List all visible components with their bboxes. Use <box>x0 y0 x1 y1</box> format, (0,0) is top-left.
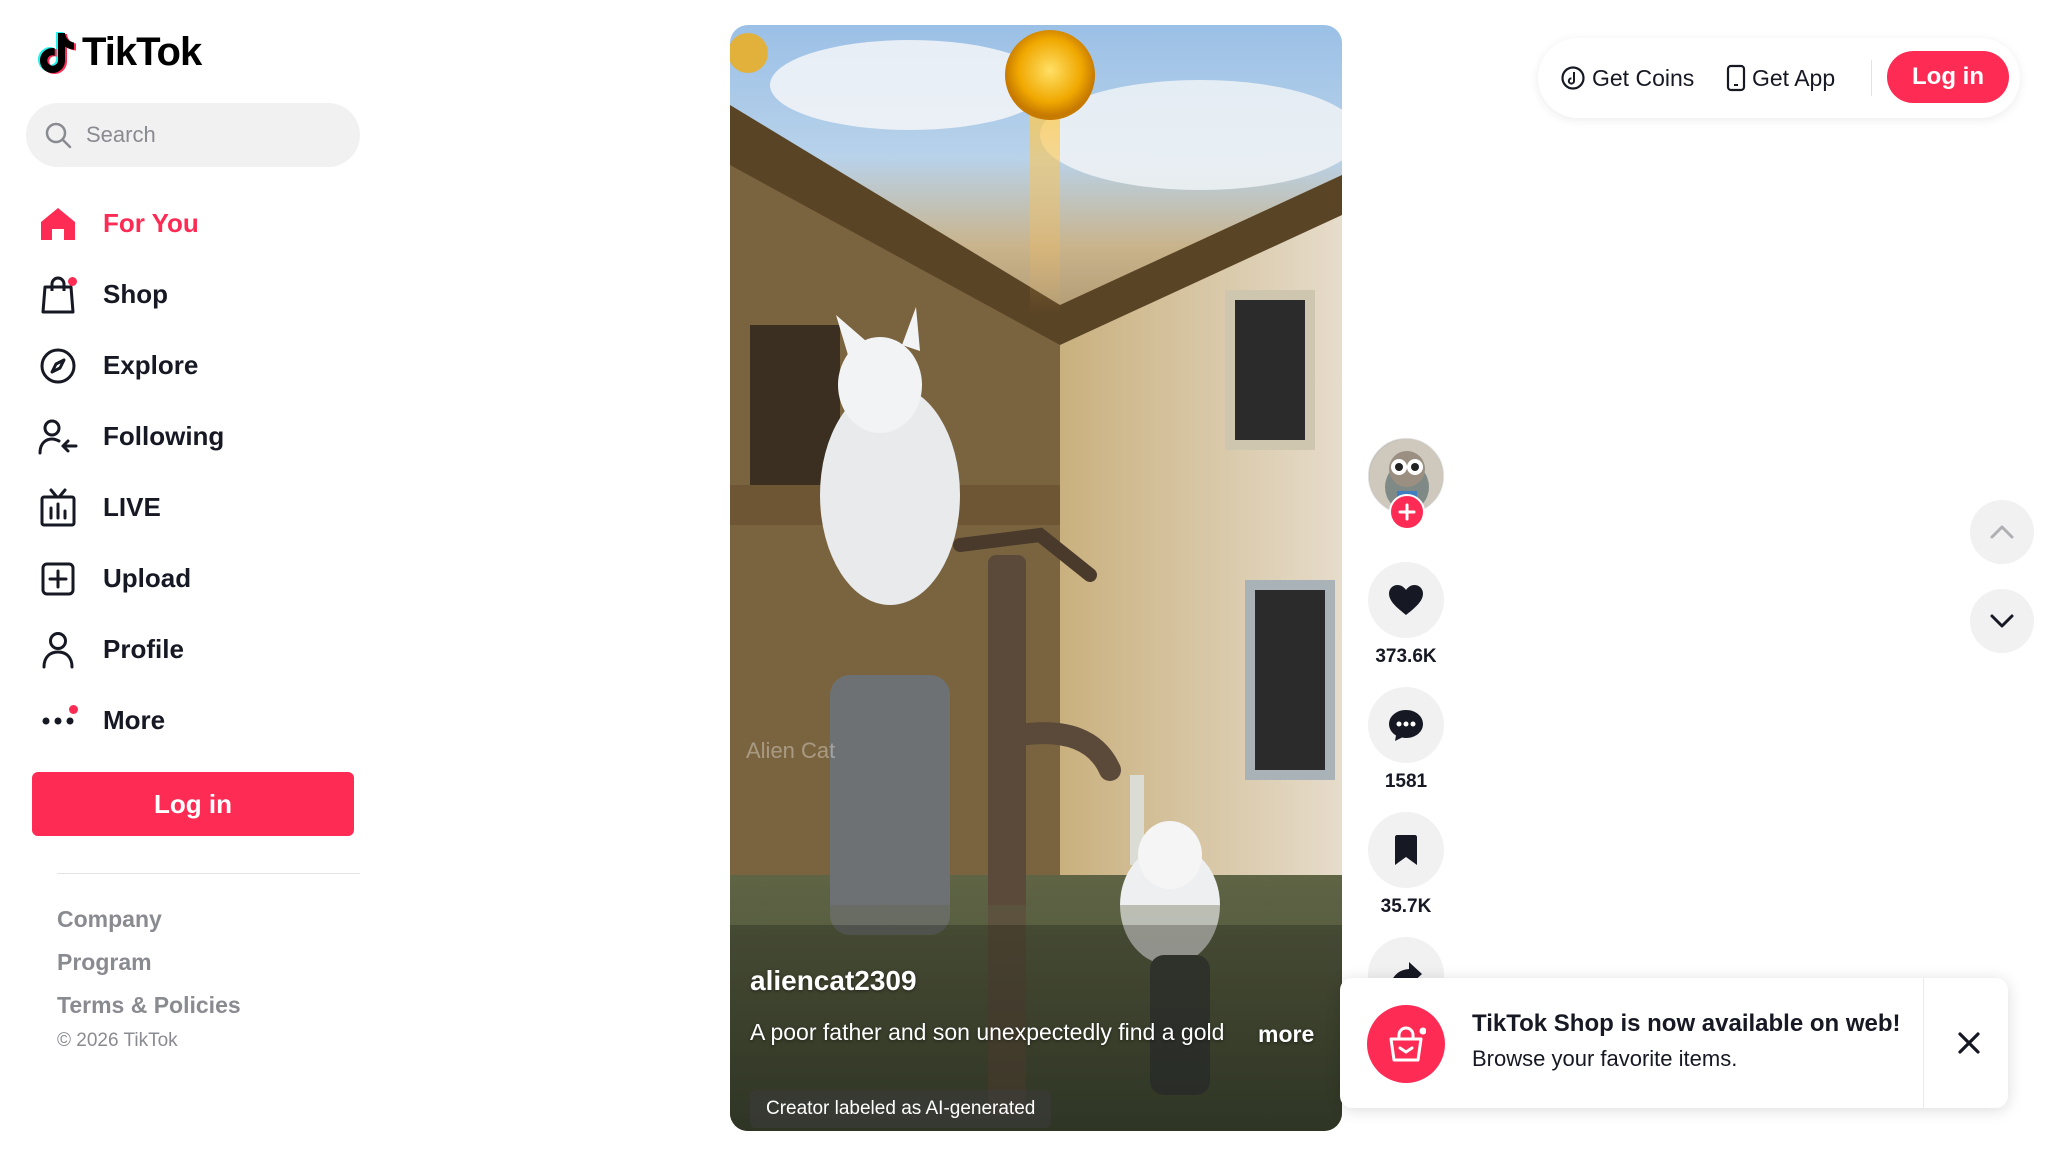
footer-links: Company Program Terms & Policies <box>57 898 241 1027</box>
tiktok-logo[interactable]: TikTok <box>36 30 202 75</box>
nav-item-following[interactable]: Following <box>36 401 356 472</box>
plus-icon <box>1398 503 1416 521</box>
header-login-button[interactable]: Log in <box>1887 51 2009 103</box>
bookmark-icon <box>1395 835 1417 865</box>
live-tv-icon <box>36 486 80 530</box>
nav-label: Shop <box>103 279 168 309</box>
get-coins-label: Get Coins <box>1592 64 1695 91</box>
nav-label: For You <box>103 208 199 238</box>
user-icon <box>36 628 80 672</box>
sidebar-login-button[interactable]: Log in <box>32 772 354 836</box>
search-input[interactable] <box>86 122 336 148</box>
nav-label: Explore <box>103 350 199 380</box>
get-coins-button[interactable]: Get Coins <box>1560 38 1694 118</box>
search-bar[interactable] <box>26 103 360 167</box>
copyright: © 2026 TikTok <box>57 1030 178 1051</box>
nav-label: Following <box>103 421 225 451</box>
nav-label: Upload <box>103 563 192 593</box>
nav-item-explore[interactable]: Explore <box>36 330 356 401</box>
get-app-button[interactable]: Get App <box>1726 38 1835 118</box>
main-nav: For You Shop Explore Following LIVE Uplo… <box>36 188 356 756</box>
nav-item-for-you[interactable]: For You <box>36 188 356 259</box>
notification-dot <box>68 276 77 286</box>
topbar-divider <box>1871 60 1872 96</box>
close-icon <box>1958 1032 1980 1054</box>
next-video-button[interactable] <box>1970 589 2034 653</box>
caption-more-button[interactable]: more <box>1258 1021 1314 1048</box>
search-icon <box>45 122 72 149</box>
nav-label: LIVE <box>103 492 161 522</box>
ai-generated-label: Creator labeled as AI-generated <box>750 1090 1052 1128</box>
home-icon <box>36 202 80 246</box>
toast-subtitle: Browse your favorite items. <box>1472 1046 1738 1071</box>
logo-text: TikTok <box>82 30 202 74</box>
toast-divider <box>1923 978 1924 1108</box>
shop-bag-icon <box>1367 1005 1445 1083</box>
shop-announcement-toast: TikTok Shop is now available on web! Bro… <box>1340 978 2008 1108</box>
like-button[interactable] <box>1368 562 1444 638</box>
heart-icon <box>1389 585 1423 615</box>
nav-item-live[interactable]: LIVE <box>36 472 356 543</box>
phone-icon <box>1726 64 1746 92</box>
video-watermark: Alien Cat <box>746 738 836 763</box>
save-count: 35.7K <box>1380 896 1432 917</box>
like-count: 373.6K <box>1375 646 1437 667</box>
user-follow-icon <box>36 415 80 459</box>
plus-square-icon <box>36 557 80 601</box>
shopping-bag-icon <box>36 273 80 317</box>
sidebar-divider <box>57 873 360 874</box>
more-dots-icon <box>36 699 80 743</box>
comment-count: 1581 <box>1384 771 1428 792</box>
footer-link-terms[interactable]: Terms & Policies <box>57 984 241 1027</box>
nav-item-upload[interactable]: Upload <box>36 543 356 614</box>
chevron-up-icon <box>1990 525 2014 539</box>
compass-icon <box>36 344 80 388</box>
notification-dot <box>69 704 78 714</box>
footer-link-program[interactable]: Program <box>57 941 241 984</box>
follow-plus-button[interactable] <box>1389 494 1425 530</box>
comment-icon <box>1389 710 1423 741</box>
chevron-down-icon <box>1990 614 2014 628</box>
get-app-label: Get App <box>1752 64 1836 91</box>
tiktok-note-icon <box>38 31 76 74</box>
footer-link-company[interactable]: Company <box>57 898 241 941</box>
toast-close-button[interactable] <box>1946 1020 1992 1066</box>
video-player[interactable]: Alien Cat aliencat2309 A poor father and… <box>730 25 1342 1131</box>
top-action-bar: Get Coins Get App Log in <box>1538 38 2020 118</box>
nav-item-more[interactable]: More <box>36 685 356 756</box>
nav-item-shop[interactable]: Shop <box>36 259 356 330</box>
coin-icon <box>1561 66 1585 90</box>
save-button[interactable] <box>1368 812 1444 888</box>
toast-title: TikTok Shop is now available on web! <box>1472 1010 1901 1037</box>
video-caption: A poor father and son unexpectedly find … <box>750 1019 1225 1045</box>
nav-item-profile[interactable]: Profile <box>36 614 356 685</box>
previous-video-button[interactable] <box>1970 500 2034 564</box>
video-author[interactable]: aliencat2309 <box>750 965 917 997</box>
nav-label: Profile <box>103 634 184 664</box>
comment-button[interactable] <box>1368 687 1444 763</box>
nav-label: More <box>103 705 166 735</box>
sidebar: TikTok For You Shop Explore <box>0 0 380 1152</box>
